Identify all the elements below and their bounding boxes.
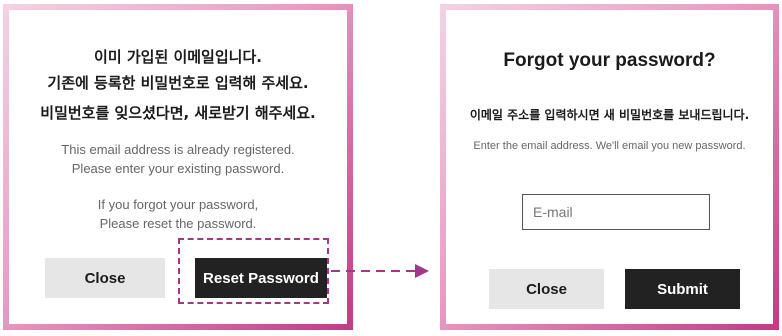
dialog-heading-line2: 기존에 등록한 비밀번호로 입력해 주세요. [47, 74, 309, 92]
close-button[interactable]: Close [489, 269, 604, 309]
flow-arrow-icon [331, 264, 429, 278]
instruction-korean: 이메일 주소를 입력하시면 새 비밀번호를 보내드립니다. [469, 108, 750, 122]
dialog-heading-line1: 이미 가입된 이메일입니다. [94, 48, 262, 66]
dialog-message-line3: If you forgot your password, [97, 197, 259, 212]
dialog-message-line2: Please enter your existing password. [71, 161, 285, 176]
reset-button-highlight [178, 238, 329, 304]
submit-button[interactable]: Submit [625, 269, 740, 309]
close-button[interactable]: Close [45, 258, 165, 298]
dialog-title: Forgot your password? [503, 50, 716, 71]
instruction-english: Enter the email address. We'll email you… [473, 140, 746, 152]
forgot-password-dialog: Forgot your password? 이메일 주소를 입력하시면 새 비밀… [440, 4, 779, 330]
dialog-message-line4: Please reset the password. [99, 216, 257, 231]
email-field[interactable] [522, 194, 710, 230]
dialog-heading-line3: 비밀번호를 잊으셨다면, 새로받기 해주세요. [40, 104, 316, 122]
dialog-message-line1: This email address is already registered… [61, 142, 295, 157]
